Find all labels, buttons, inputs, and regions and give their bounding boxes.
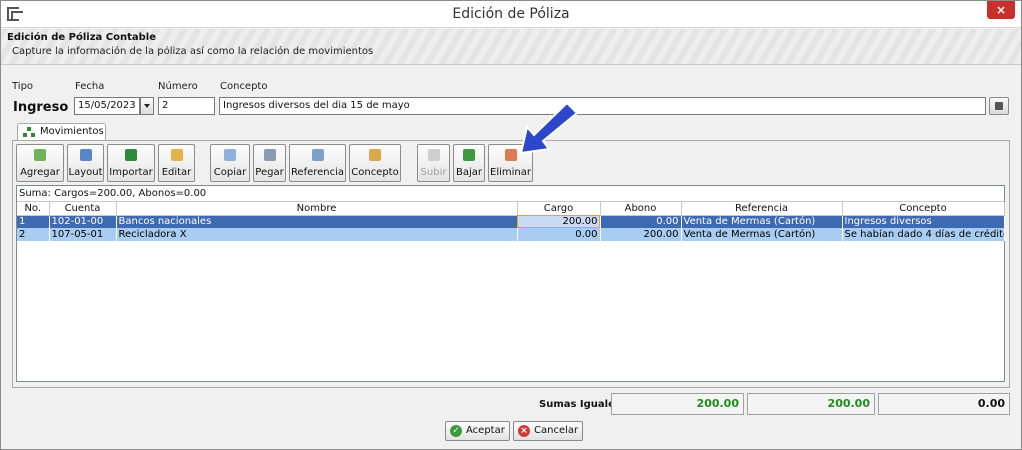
concept-icon xyxy=(369,149,381,161)
delete-icon xyxy=(504,149,517,161)
cell-cargo[interactable]: 0.00 xyxy=(517,228,601,241)
window-title: Edición de Póliza xyxy=(452,6,570,22)
column-header-concepto[interactable]: Concepto xyxy=(842,202,1005,216)
cell-abono[interactable]: 0.00 xyxy=(600,215,682,228)
layout-icon xyxy=(79,149,92,161)
paste-icon xyxy=(263,149,276,161)
header-banner: Edición de Póliza Contable Capture la in… xyxy=(1,29,1021,65)
cell-concepto[interactable]: Ingresos diversos xyxy=(842,215,1005,228)
cell-referencia[interactable]: Venta de Mermas (Cartón) xyxy=(681,228,843,241)
column-header-cuenta[interactable]: Cuenta xyxy=(49,202,117,216)
concepto-button[interactable]: Concepto xyxy=(349,144,401,182)
banner-title: Edición de Póliza Contable xyxy=(7,32,156,43)
concepto-label: Concepto xyxy=(220,81,268,92)
aceptar-button[interactable]: ✓ Aceptar xyxy=(445,421,510,441)
cell-referencia[interactable]: Venta de Mermas (Cartón) xyxy=(681,215,843,228)
cell-no[interactable]: 2 xyxy=(17,228,50,241)
tab-label: Movimientos xyxy=(40,126,104,137)
cell-nombre[interactable]: Bancos nacionales xyxy=(116,215,518,228)
concepto-input[interactable]: Ingresos diversos del dia 15 de mayo xyxy=(219,97,986,115)
movimientos-table: No. Cuenta Nombre Cargo Abono Referencia… xyxy=(17,202,1005,241)
cell-cuenta[interactable]: 107-05-01 xyxy=(49,228,117,241)
tipo-value: Ingreso xyxy=(13,100,69,115)
eliminar-button[interactable]: Eliminar xyxy=(488,144,533,182)
calculator-button[interactable] xyxy=(989,97,1009,115)
total-diferencia: 0.00 xyxy=(878,393,1010,415)
column-header-abono[interactable]: Abono xyxy=(600,202,682,216)
tipo-label: Tipo xyxy=(12,81,34,92)
close-button[interactable]: × xyxy=(987,1,1015,19)
column-header-nombre[interactable]: Nombre xyxy=(116,202,518,216)
arrow-down-icon xyxy=(463,149,475,161)
tree-icon xyxy=(23,127,35,137)
date-dropdown-button[interactable] xyxy=(140,97,154,115)
fecha-input[interactable]: 15/05/2023 xyxy=(74,97,140,115)
fecha-label: Fecha xyxy=(75,81,105,92)
cell-concepto[interactable]: Se habían dado 4 días de crédito xyxy=(842,228,1005,241)
referencia-button[interactable]: Referencia xyxy=(289,144,346,182)
cancel-icon: × xyxy=(518,425,530,437)
layout-button[interactable]: Layout xyxy=(67,144,104,182)
cancelar-button[interactable]: × Cancelar xyxy=(513,421,584,441)
movimientos-grid[interactable]: Suma: Cargos=200.00, Abonos=0.00 No. Cue… xyxy=(16,185,1005,382)
excel-icon xyxy=(125,149,137,161)
reference-icon xyxy=(311,149,324,161)
table-header: No. Cuenta Nombre Cargo Abono Referencia… xyxy=(17,202,1005,216)
pegar-button[interactable]: Pegar xyxy=(253,144,286,182)
bajar-button[interactable]: Bajar xyxy=(453,144,485,182)
check-icon: ✓ xyxy=(450,425,462,437)
editar-button[interactable]: Editar xyxy=(158,144,195,182)
importar-button[interactable]: Importar xyxy=(107,144,155,182)
numero-input[interactable]: 2 xyxy=(158,97,215,115)
grid-summary: Suma: Cargos=200.00, Abonos=0.00 xyxy=(17,186,1004,202)
cell-cuenta[interactable]: 102-01-00 xyxy=(49,215,117,228)
table-row[interactable]: 2 107-05-01 Recicladora X 0.00 200.00 Ve… xyxy=(17,228,1005,241)
poliza-dialog: Edición de Póliza × Edición de Póliza Co… xyxy=(0,0,1022,450)
cell-nombre[interactable]: Recicladora X xyxy=(116,228,518,241)
table-row[interactable]: 1 102-01-00 Bancos nacionales 200.00 0.0… xyxy=(17,215,1005,228)
edit-icon xyxy=(170,149,183,161)
total-abonos: 200.00 xyxy=(747,393,875,415)
arrow-up-icon xyxy=(427,149,440,161)
copy-icon xyxy=(224,149,236,161)
add-icon xyxy=(34,149,46,161)
total-cargos: 200.00 xyxy=(611,393,744,415)
cell-abono[interactable]: 200.00 xyxy=(600,228,682,241)
subir-button[interactable]: Subir xyxy=(417,144,450,182)
copiar-button[interactable]: Copiar xyxy=(210,144,250,182)
tab-movimientos[interactable]: Movimientos xyxy=(17,123,106,141)
column-header-cargo[interactable]: Cargo xyxy=(517,202,601,216)
title-bar: Edición de Póliza × xyxy=(1,1,1021,28)
banner-subtitle: Capture la información de la póliza así … xyxy=(12,46,374,57)
column-header-referencia[interactable]: Referencia xyxy=(681,202,843,216)
agregar-button[interactable]: Agregar xyxy=(16,144,64,182)
cell-no[interactable]: 1 xyxy=(17,215,50,228)
column-header-no[interactable]: No. xyxy=(17,202,50,216)
numero-label: Número xyxy=(158,81,198,92)
cell-cargo[interactable]: 200.00 xyxy=(517,215,601,228)
